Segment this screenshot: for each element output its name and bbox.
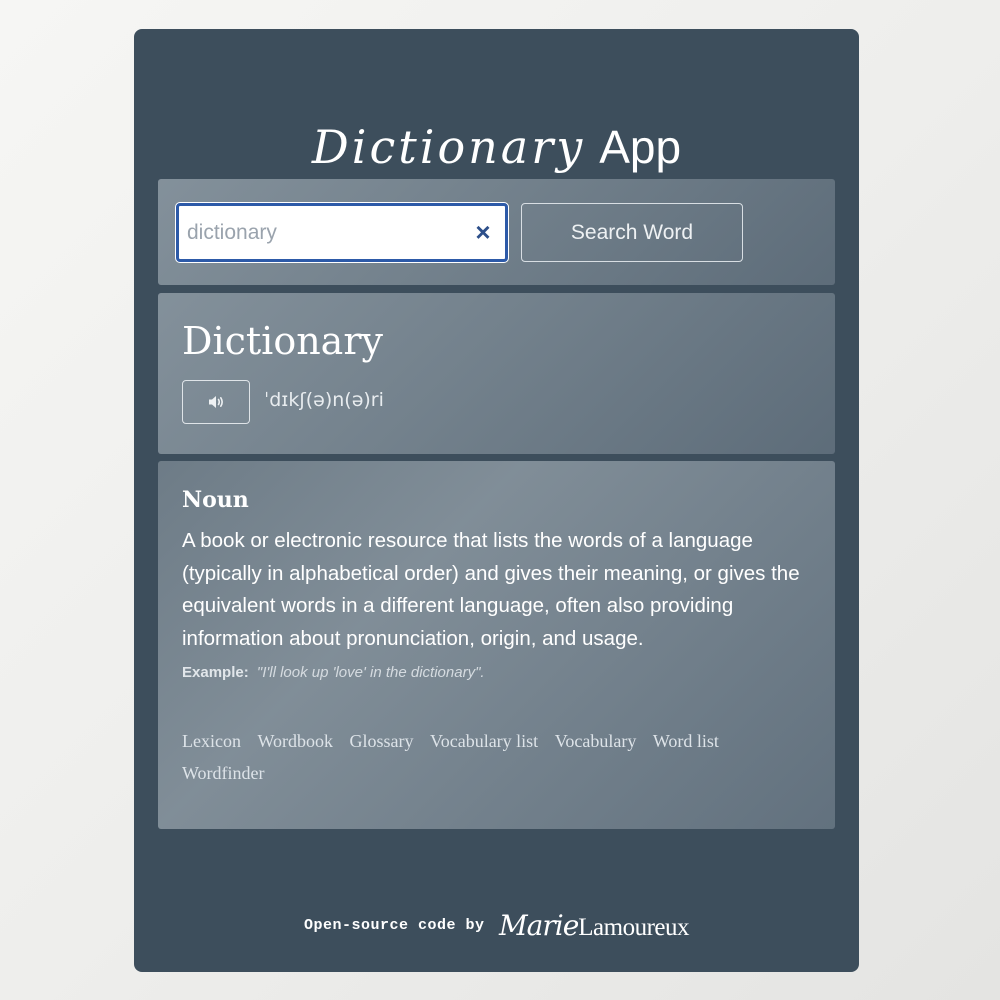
speaker-icon: [209, 396, 223, 408]
synonym-lexicon[interactable]: Lexicon: [182, 725, 241, 757]
clear-icon[interactable]: ×: [471, 219, 495, 245]
synonym-glossary[interactable]: Glossary: [350, 725, 414, 757]
synonyms-list: Lexicon Wordbook Glossary Vocabulary lis…: [182, 725, 782, 789]
search-input[interactable]: [187, 206, 467, 259]
author-last-name: Lamoureux: [578, 914, 689, 941]
word-panel: Dictionary ˈdɪkʃ(ə)n(ə)ri: [158, 293, 835, 454]
footer-credit-text: Open-source code by: [304, 917, 485, 934]
app-title: Dictionary App: [134, 117, 859, 177]
phonetic-transcription: ˈdɪkʃ(ə)n(ə)ri: [264, 389, 384, 411]
author-link[interactable]: MarieLamoureux: [498, 909, 690, 942]
footer: Open-source code by MarieLamoureux: [134, 909, 859, 942]
synonym-vocabulary-list[interactable]: Vocabulary list: [430, 725, 538, 757]
definition-text: A book or electronic resource that lists…: [182, 529, 800, 650]
synonym-wordfinder[interactable]: Wordfinder: [182, 757, 265, 789]
dictionary-app: DictionaryApp × Search Word Dictionary ˈ…: [134, 29, 859, 972]
search-panel: × Search Word: [158, 179, 835, 285]
play-audio-button[interactable]: [182, 380, 250, 424]
headword: Dictionary: [182, 319, 383, 363]
example-text: "I'll look up 'love' in the dictionary".: [256, 664, 485, 681]
example-label: Example:: [182, 664, 249, 681]
search-input-wrapper: ×: [176, 203, 508, 262]
search-word-button[interactable]: Search Word: [521, 203, 743, 262]
synonym-vocabulary[interactable]: Vocabulary: [555, 725, 637, 757]
synonym-word-list[interactable]: Word list: [653, 725, 719, 757]
part-of-speech: Noun: [182, 487, 249, 513]
meaning-panel: Noun A book or electronic resource that …: [158, 461, 835, 829]
synonym-wordbook[interactable]: Wordbook: [257, 725, 333, 757]
author-first-name: Marie: [498, 909, 579, 942]
example: Example: "I'll look up 'love' in the dic…: [182, 662, 822, 684]
app-title-plain: App: [599, 121, 682, 173]
app-title-script: Dictionary: [311, 120, 586, 174]
